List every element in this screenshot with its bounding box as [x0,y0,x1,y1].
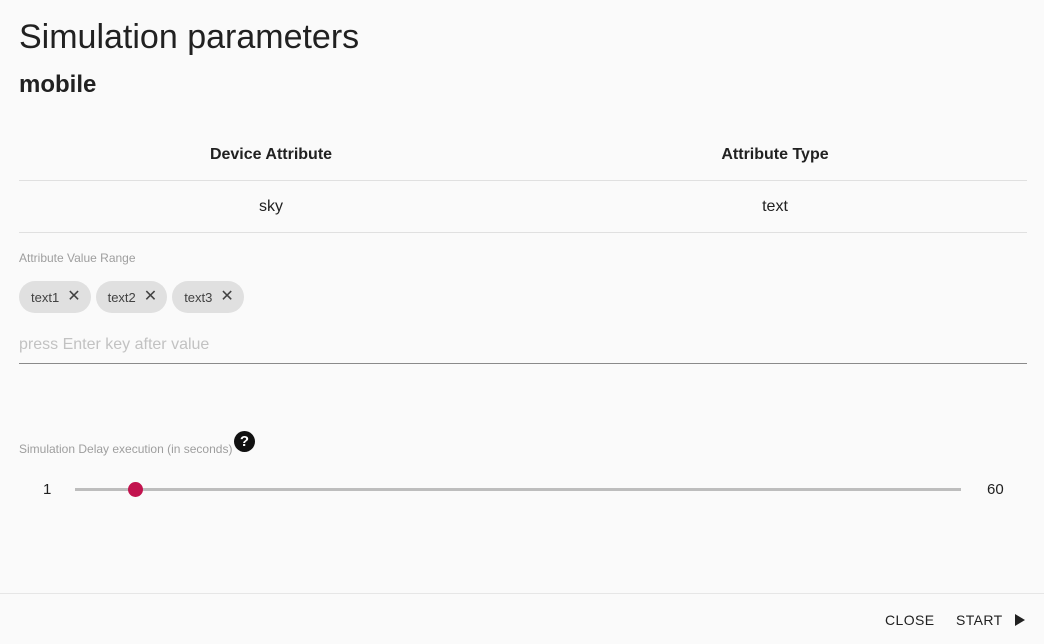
chip-label: text3 [184,289,213,305]
header-attribute-type: Attribute Type [721,146,829,163]
dialog-title: Simulation parameters [19,18,360,56]
chip-text2: text2 ✕ [95,281,168,313]
play-icon [1014,614,1025,626]
dialog-content: Simulation parameters mobile Device Attr… [19,0,1027,593]
start-button[interactable]: START [956,612,1025,628]
dialog-actions: CLOSE START [0,593,1044,644]
table-row: sky text [19,181,1027,233]
chip-label: text1 [31,289,60,305]
slider-max-label: 60 [987,481,1004,498]
start-button-label: START [956,612,1003,628]
help-circle-icon[interactable]: ? [234,431,255,452]
value-chips: text1 ✕ text2 ✕ text3 ✕ [19,281,244,313]
table-header-row: Device Attribute Attribute Type [19,130,1027,181]
close-button-label: CLOSE [885,612,935,628]
delay-slider-track[interactable] [75,488,961,491]
close-button[interactable]: CLOSE [885,612,934,628]
chip-label: text2 [107,289,136,305]
delay-label: Simulation Delay execution (in seconds) [19,442,233,456]
chip-text3: text3 ✕ [172,281,244,313]
value-range-label: Attribute Value Range [19,251,136,265]
attribute-table: Device Attribute Attribute Type sky text [19,130,1027,233]
slider-min-label: 1 [43,481,52,498]
cell-attribute-type: text [762,197,788,215]
header-device-attribute: Device Attribute [209,146,333,163]
chip-text1: text1 ✕ [19,281,91,313]
close-icon[interactable]: ✕ [67,289,80,305]
close-icon[interactable]: ✕ [144,289,157,305]
simulation-dialog: Simulation parameters mobile Device Attr… [0,0,1044,644]
value-range-input[interactable] [19,326,1027,364]
close-icon[interactable]: ✕ [220,289,233,305]
cell-device-attribute: sky [259,197,283,215]
delay-slider-thumb[interactable] [127,482,143,497]
dialog-subtitle: mobile [19,71,97,98]
